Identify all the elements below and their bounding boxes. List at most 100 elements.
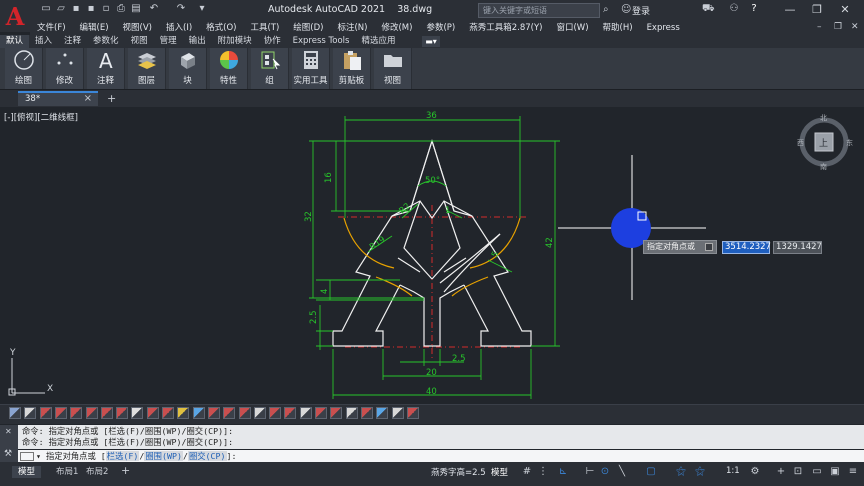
annotation-scale[interactable]: 1:1 <box>726 466 740 476</box>
ribbon-tab-6[interactable]: 输出 <box>183 35 212 48</box>
menu-item-1[interactable]: 编辑(E) <box>73 21 116 35</box>
toolbar-tool-icon[interactable] <box>315 407 327 419</box>
minimize-icon[interactable]: — <box>781 2 799 18</box>
search-input[interactable]: 键入关键字或短语 <box>478 3 600 18</box>
layout-tab-model[interactable]: 模型 <box>12 466 42 478</box>
clean-screen-icon[interactable]: ▣ <box>828 465 842 479</box>
layout-tab-layout2[interactable]: 布局2 <box>80 466 114 478</box>
user-icon[interactable]: ☺ <box>621 4 631 15</box>
menu-item-10[interactable]: 燕秀工具箱2.87(Y) <box>462 21 549 35</box>
toolbar-tool-icon[interactable] <box>177 407 190 419</box>
app-logo[interactable]: A <box>0 0 30 32</box>
option-cpolygon[interactable]: 圈交(CP) <box>187 451 227 461</box>
close-command-icon[interactable]: ✕ <box>5 427 12 436</box>
ribbon-button-4[interactable]: 块 <box>169 48 207 89</box>
customization-menu-icon[interactable]: ≡ <box>846 465 860 479</box>
ribbon-tab-8[interactable]: 协作 <box>258 35 287 48</box>
polar-tracking-icon[interactable]: ⊙ <box>598 465 612 479</box>
search-icon[interactable]: ⌕ <box>603 4 609 15</box>
menu-item-6[interactable]: 绘图(D) <box>286 21 330 35</box>
toolbar-tool-icon[interactable] <box>299 407 312 419</box>
coordinate-x-input[interactable]: 3514.2327 <box>722 241 771 254</box>
ribbon-button-7[interactable]: 实用工具 <box>292 48 330 89</box>
toolbar-tool-icon[interactable] <box>24 407 37 419</box>
model-space-button[interactable]: 模型 <box>491 466 508 478</box>
toolbar-tool-icon[interactable] <box>223 407 236 419</box>
new-tab-icon[interactable]: + <box>107 92 116 105</box>
save-as-icon[interactable]: ▪ <box>85 3 97 15</box>
toolbar-tool-icon[interactable] <box>39 407 52 419</box>
ribbon-tab-2[interactable]: 注释 <box>58 35 87 48</box>
infer-constraints-icon[interactable]: ⊾ <box>556 465 570 479</box>
ribbon-button-2[interactable]: A 注释 <box>87 48 125 89</box>
option-fence[interactable]: 栏选(F) <box>105 451 140 461</box>
new-file-icon[interactable]: ▭ <box>40 3 52 15</box>
menu-item-3[interactable]: 插入(I) <box>159 21 199 35</box>
save-icon[interactable]: ▪ <box>70 3 82 15</box>
toolbar-tool-icon[interactable] <box>70 407 83 419</box>
web-mobile-icon[interactable]: ▫ <box>100 3 112 15</box>
menu-item-7[interactable]: 标注(N) <box>330 21 374 35</box>
ribbon-tab-0[interactable]: 默认 <box>0 35 30 48</box>
toolbar-tool-icon[interactable] <box>116 407 129 419</box>
toolbar-tool-icon[interactable] <box>192 407 205 419</box>
doc-minimize-icon[interactable]: – <box>817 22 822 32</box>
close-icon[interactable]: ✕ <box>836 2 854 18</box>
customize-quick-access-icon[interactable]: ▾ <box>196 3 208 15</box>
auto-scale-icon[interactable]: ⚝ <box>693 465 707 479</box>
ribbon-button-3[interactable]: 图层 <box>128 48 166 89</box>
ribbon-tab-1[interactable]: 插入 <box>29 35 58 48</box>
file-tab[interactable]: 38* × <box>18 91 98 106</box>
ribbon-button-8[interactable]: 剪贴板 <box>333 48 371 89</box>
menu-item-2[interactable]: 视图(V) <box>116 21 159 35</box>
toolbar-tool-icon[interactable] <box>54 407 67 419</box>
text-height-indicator[interactable]: 燕秀字高=2.5 <box>431 466 486 478</box>
toolbar-tool-icon[interactable] <box>360 407 373 419</box>
ribbon-button-6[interactable]: 组 <box>251 48 289 89</box>
toolbar-tool-icon[interactable] <box>253 407 266 419</box>
redo-icon[interactable]: ↷ <box>175 3 187 15</box>
doc-close-icon[interactable]: ✕ <box>851 22 859 32</box>
toolbar-tool-icon[interactable] <box>238 407 251 419</box>
ribbon-tab-3[interactable]: 参数化 <box>87 35 125 48</box>
menu-item-5[interactable]: 工具(T) <box>243 21 286 35</box>
toolbar-tool-icon[interactable] <box>162 407 174 419</box>
toolbar-tool-icon[interactable] <box>131 407 144 419</box>
plus-icon[interactable]: + <box>774 465 788 479</box>
maximize-icon[interactable]: ❐ <box>808 2 826 18</box>
isodraft-icon[interactable]: ╲ <box>615 465 629 479</box>
login-button[interactable]: 登录 <box>632 4 650 17</box>
close-tab-icon[interactable]: × <box>84 93 92 104</box>
ribbon-button-9[interactable]: 视图 <box>374 48 412 89</box>
object-snap-icon[interactable]: ▢ <box>644 465 658 479</box>
toolbar-tool-icon[interactable] <box>391 407 404 419</box>
ribbon-button-0[interactable]: 绘图 <box>5 48 43 89</box>
grid-icon[interactable]: # <box>520 465 534 479</box>
toolbar-tool-icon[interactable] <box>269 407 282 419</box>
toolbar-tool-icon[interactable] <box>207 407 220 419</box>
menu-item-9[interactable]: 参数(P) <box>419 21 462 35</box>
command-input[interactable]: ▾ 指定对角点或 [栏选(F)/圈围(WP)/圈交(CP)]: <box>18 450 864 462</box>
ribbon-tab-4[interactable]: 视图 <box>125 35 154 48</box>
plot-icon[interactable]: ▤ <box>130 3 142 15</box>
hardware-acceleration-icon[interactable]: ▭ <box>810 465 824 479</box>
coordinate-y-input[interactable]: 1329.1427 <box>773 241 822 254</box>
doc-restore-icon[interactable]: ❐ <box>834 22 842 32</box>
isolate-objects-icon[interactable]: ⊡ <box>791 465 805 479</box>
command-icon[interactable] <box>20 452 34 461</box>
ribbon-minimize-toggle[interactable]: ▬▾ <box>422 36 440 47</box>
prompt-options-icon[interactable] <box>705 243 713 251</box>
toolbar-tool-icon[interactable] <box>376 407 389 419</box>
workspace-gear-icon[interactable]: ⚙ <box>748 465 762 479</box>
ortho-icon[interactable]: ⊢ <box>583 465 597 479</box>
menu-item-12[interactable]: 帮助(H) <box>596 21 640 35</box>
connect-icon[interactable]: ⚇ <box>728 3 740 15</box>
annotation-visibility-icon[interactable]: ⚝ <box>674 465 688 479</box>
print-icon[interactable]: ⎙ <box>115 3 127 15</box>
toolbar-tool-icon[interactable] <box>345 407 358 419</box>
toolbar-tool-icon[interactable] <box>406 407 419 419</box>
menu-item-13[interactable]: Express <box>640 21 687 35</box>
menu-item-8[interactable]: 修改(M) <box>374 21 419 35</box>
ribbon-button-5[interactable]: 特性 <box>210 48 248 89</box>
toolbar-tool-icon[interactable] <box>85 407 98 419</box>
